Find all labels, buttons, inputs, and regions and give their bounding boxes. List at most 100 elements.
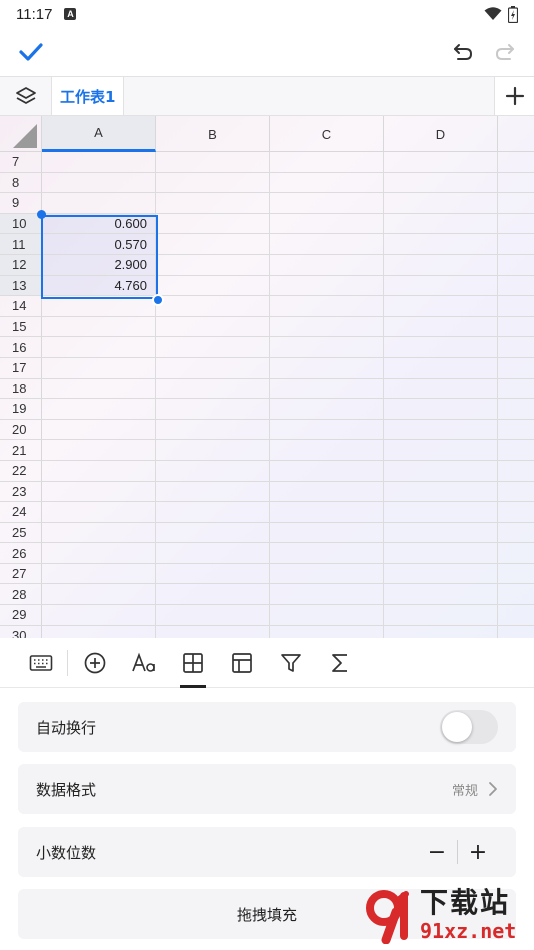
- row-header[interactable]: 13: [0, 275, 42, 296]
- check-icon[interactable]: [18, 41, 44, 63]
- redo-icon[interactable]: [494, 42, 516, 62]
- grid-cell[interactable]: [384, 605, 498, 625]
- column-header-a[interactable]: A: [42, 116, 156, 152]
- grid-cell[interactable]: [156, 337, 270, 357]
- row-header[interactable]: 24: [0, 502, 42, 522]
- grid-cell[interactable]: [42, 440, 156, 460]
- grid-cell[interactable]: [42, 584, 156, 605]
- grid-cell[interactable]: [42, 193, 156, 213]
- row-header[interactable]: 26: [0, 543, 42, 563]
- grid-cell[interactable]: [42, 605, 156, 625]
- grid-cell[interactable]: [384, 213, 498, 234]
- grid-cell[interactable]: [384, 419, 498, 440]
- grid-cell[interactable]: [156, 440, 270, 460]
- select-all-corner[interactable]: [0, 116, 42, 152]
- column-header-b[interactable]: B: [156, 116, 270, 152]
- data-format-row[interactable]: 数据格式 常规: [18, 764, 516, 814]
- grid-cell[interactable]: [42, 502, 156, 522]
- grid-cell[interactable]: [156, 254, 270, 275]
- grid-cell[interactable]: [156, 399, 270, 419]
- row-header[interactable]: 29: [0, 605, 42, 625]
- grid-cell[interactable]: [156, 625, 270, 638]
- row-header[interactable]: 10: [0, 213, 42, 234]
- add-sheet-button[interactable]: [494, 77, 534, 115]
- grid-cell[interactable]: [156, 543, 270, 563]
- grid-cell[interactable]: [270, 172, 384, 193]
- sum-button[interactable]: [315, 638, 364, 688]
- row-header[interactable]: 17: [0, 357, 42, 378]
- grid-cell[interactable]: [270, 625, 384, 638]
- grid-cell[interactable]: [270, 419, 384, 440]
- grid-cell[interactable]: [156, 481, 270, 502]
- grid-cell[interactable]: [270, 254, 384, 275]
- grid-cell[interactable]: [156, 172, 270, 193]
- column-header-c[interactable]: C: [270, 116, 384, 152]
- row-header[interactable]: 27: [0, 563, 42, 584]
- grid-cell[interactable]: [156, 152, 270, 172]
- row-header[interactable]: 7: [0, 152, 42, 172]
- grid-cell[interactable]: [156, 522, 270, 543]
- cell-format-button[interactable]: [168, 638, 217, 688]
- grid-cell[interactable]: [156, 213, 270, 234]
- grid-cell[interactable]: [384, 563, 498, 584]
- grid-cell[interactable]: [270, 152, 384, 172]
- grid-cell[interactable]: [270, 296, 384, 316]
- grid-cell[interactable]: [270, 543, 384, 563]
- grid-cell[interactable]: [42, 152, 156, 172]
- keyboard-button[interactable]: [16, 638, 65, 688]
- grid-cell[interactable]: [270, 605, 384, 625]
- row-header[interactable]: 15: [0, 316, 42, 337]
- grid-cell[interactable]: [156, 316, 270, 337]
- grid-cell[interactable]: [384, 172, 498, 193]
- grid-cell[interactable]: [270, 316, 384, 337]
- column-header-d[interactable]: D: [384, 116, 498, 152]
- grid-cell[interactable]: [156, 378, 270, 399]
- decrease-decimal-button[interactable]: −: [417, 837, 457, 867]
- grid-cell[interactable]: [42, 460, 156, 481]
- grid-cell[interactable]: [270, 460, 384, 481]
- grid-cell[interactable]: [42, 337, 156, 357]
- grid-cell[interactable]: [384, 378, 498, 399]
- grid-cell[interactable]: [42, 625, 156, 638]
- grid-cell[interactable]: [270, 213, 384, 234]
- insert-button[interactable]: [70, 638, 119, 688]
- grid-cell[interactable]: [384, 275, 498, 296]
- grid-cell[interactable]: [270, 378, 384, 399]
- row-header[interactable]: 12: [0, 254, 42, 275]
- row-header[interactable]: 14: [0, 296, 42, 316]
- grid-cell[interactable]: [42, 481, 156, 502]
- grid-cell[interactable]: [384, 357, 498, 378]
- grid-cell[interactable]: [270, 563, 384, 584]
- grid-cell[interactable]: [384, 296, 498, 316]
- spreadsheet-grid[interactable]: A B C D 7 8 9 10 0.600 11 0.570 12 2.900 13 4.760 1…: [0, 116, 534, 638]
- grid-cell[interactable]: [42, 399, 156, 419]
- row-header[interactable]: 21: [0, 440, 42, 460]
- grid-cell[interactable]: [42, 172, 156, 193]
- grid-cell[interactable]: [270, 440, 384, 460]
- grid-cell[interactable]: 2.900: [42, 254, 156, 275]
- grid-cell[interactable]: [156, 605, 270, 625]
- grid-cell[interactable]: [384, 440, 498, 460]
- grid-cell[interactable]: [270, 502, 384, 522]
- row-header[interactable]: 23: [0, 481, 42, 502]
- grid-cell[interactable]: [156, 275, 270, 296]
- grid-cell[interactable]: [42, 378, 156, 399]
- table-button[interactable]: [217, 638, 266, 688]
- grid-cell[interactable]: [270, 522, 384, 543]
- grid-cell[interactable]: [384, 234, 498, 254]
- sheet-tab-active[interactable]: 工作表1: [52, 77, 125, 115]
- grid-cell[interactable]: 0.570: [42, 234, 156, 254]
- grid-cell[interactable]: [384, 625, 498, 638]
- grid-cell[interactable]: [156, 357, 270, 378]
- increase-decimal-button[interactable]: +: [458, 837, 498, 867]
- grid-cell[interactable]: [384, 584, 498, 605]
- layers-button[interactable]: [0, 77, 52, 115]
- grid-cell[interactable]: [42, 296, 156, 316]
- grid-cell[interactable]: [156, 502, 270, 522]
- row-header[interactable]: 20: [0, 419, 42, 440]
- grid-cell[interactable]: [42, 316, 156, 337]
- grid-cell[interactable]: [384, 254, 498, 275]
- grid-cell[interactable]: [384, 193, 498, 213]
- grid-cell[interactable]: [42, 357, 156, 378]
- row-header[interactable]: 11: [0, 234, 42, 254]
